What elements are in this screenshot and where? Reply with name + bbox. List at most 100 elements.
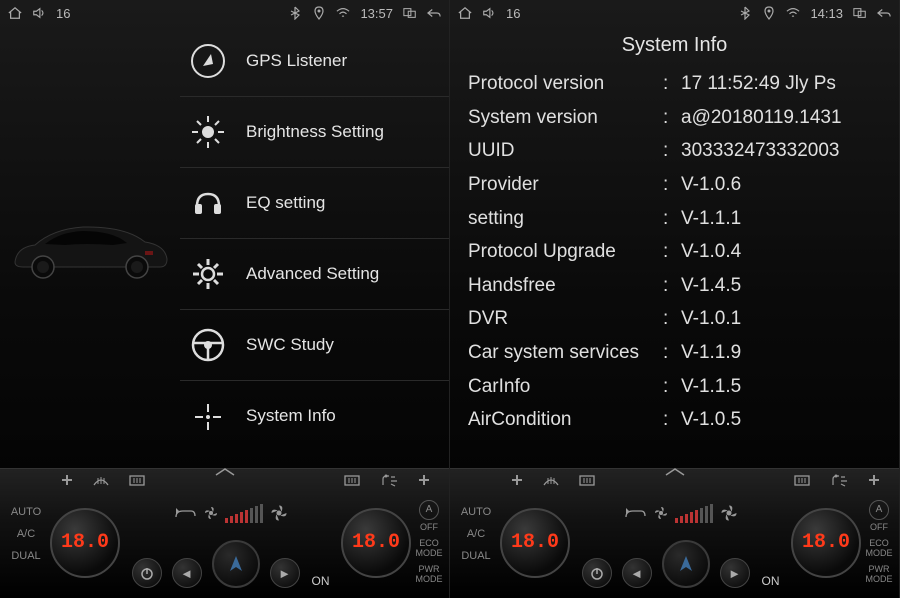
info-row: setting:V-1.1.1	[468, 202, 881, 236]
volume-level: 16	[56, 6, 70, 21]
temp-value: 18.0	[802, 531, 850, 554]
bluetooth-icon	[738, 6, 752, 20]
page-title: System Info	[450, 26, 899, 63]
volume-level: 16	[506, 6, 520, 21]
bluetooth-icon	[288, 6, 302, 20]
info-row: System version:a@20180119.1431	[468, 101, 881, 135]
defrost-rear-icon[interactable]	[343, 473, 361, 495]
dual-label[interactable]: DUAL	[6, 550, 46, 562]
air-mode-icon[interactable]	[829, 473, 849, 495]
recents-icon[interactable]	[853, 6, 867, 20]
prev-button[interactable]: ◄	[622, 558, 652, 588]
power-button[interactable]	[132, 558, 162, 588]
fan-icon	[653, 505, 669, 521]
back-icon[interactable]	[877, 6, 891, 20]
defrost-rear-icon[interactable]	[793, 473, 811, 495]
menu-system-info[interactable]: System Info	[180, 381, 449, 452]
info-row: UUID:303332473332003	[468, 134, 881, 168]
menu-label: Brightness Setting	[246, 122, 384, 142]
nav-dial[interactable]	[212, 540, 260, 588]
menu-label: Advanced Setting	[246, 264, 379, 284]
off-button[interactable]: A	[869, 500, 889, 520]
recirc-icon[interactable]	[173, 505, 197, 521]
on-label[interactable]: ON	[762, 574, 780, 588]
settings-menu: GPS Listener Brightness Setting EQ setti…	[180, 26, 449, 468]
info-row: Handsfree:V-1.4.5	[468, 269, 881, 303]
info-row: Protocol Upgrade:V-1.0.4	[468, 235, 881, 269]
car-image	[0, 26, 180, 468]
defrost-front-icon[interactable]	[542, 473, 560, 495]
temp-dial-right[interactable]: 18.0	[791, 508, 861, 578]
volume-icon[interactable]	[482, 6, 496, 20]
plus-icon[interactable]	[417, 473, 431, 495]
plus-icon[interactable]	[510, 473, 524, 495]
defrost-front-icon[interactable]	[92, 473, 110, 495]
status-bar: 16 13:57	[0, 0, 449, 26]
menu-eq[interactable]: EQ setting	[180, 168, 449, 239]
system-info-panel: 16 14:13 System Info Protocol version:17…	[450, 0, 900, 598]
off-button[interactable]: A	[419, 500, 439, 520]
fan-icon	[203, 505, 219, 521]
recents-icon[interactable]	[403, 6, 417, 20]
menu-gps-listener[interactable]: GPS Listener	[180, 26, 449, 97]
auto-label[interactable]: AUTO	[6, 506, 46, 518]
brightness-icon	[186, 110, 230, 154]
temp-dial-left[interactable]: 18.0	[500, 508, 570, 578]
menu-advanced[interactable]: Advanced Setting	[180, 239, 449, 310]
compass-icon	[186, 39, 230, 83]
temp-value: 18.0	[511, 531, 559, 554]
clock: 14:13	[810, 6, 843, 21]
info-row: CarInfo:V-1.1.5	[468, 370, 881, 404]
temp-dial-right[interactable]: 18.0	[341, 508, 411, 578]
next-button[interactable]: ►	[270, 558, 300, 588]
status-bar: 16 14:13	[450, 0, 899, 26]
info-row: DVR:V-1.0.1	[468, 302, 881, 336]
fan-icon	[719, 503, 739, 523]
info-row: AirCondition:V-1.0.5	[468, 403, 881, 437]
menu-swc-study[interactable]: SWC Study	[180, 310, 449, 381]
ac-label[interactable]: A/C	[6, 528, 46, 540]
air-mode-icon[interactable]	[379, 473, 399, 495]
eq-icon	[186, 181, 230, 225]
ac-label[interactable]: A/C	[456, 528, 496, 540]
dual-label[interactable]: DUAL	[456, 550, 496, 562]
location-icon	[762, 6, 776, 20]
info-row: Car system services:V-1.1.9	[468, 336, 881, 370]
fan-level-bars	[225, 504, 263, 523]
plus-icon[interactable]	[867, 473, 881, 495]
next-button[interactable]: ►	[720, 558, 750, 588]
gear-icon	[186, 252, 230, 296]
wifi-icon	[336, 6, 350, 20]
recirc-icon[interactable]	[623, 505, 647, 521]
wifi-icon	[786, 6, 800, 20]
temp-dial-left[interactable]: 18.0	[50, 508, 120, 578]
nav-dial[interactable]	[662, 540, 710, 588]
temp-value: 18.0	[61, 531, 109, 554]
on-label[interactable]: ON	[312, 574, 330, 588]
power-button[interactable]	[582, 558, 612, 588]
menu-label: SWC Study	[246, 335, 334, 355]
climate-bar: AUTO A/C DUAL 18.0 ◄ ► ON	[450, 468, 899, 598]
steering-icon	[186, 323, 230, 367]
plus-icon[interactable]	[60, 473, 74, 495]
menu-label: GPS Listener	[246, 51, 347, 71]
back-icon[interactable]	[427, 6, 441, 20]
menu-label: System Info	[246, 406, 336, 426]
menu-brightness[interactable]: Brightness Setting	[180, 97, 449, 168]
target-icon	[186, 395, 230, 439]
prev-button[interactable]: ◄	[172, 558, 202, 588]
settings-panel: 16 13:57	[0, 0, 450, 598]
clock: 13:57	[360, 6, 393, 21]
home-icon[interactable]	[458, 6, 472, 20]
system-info-list[interactable]: Protocol version:17 11:52:49 Jly Ps Syst…	[450, 63, 899, 468]
volume-icon[interactable]	[32, 6, 46, 20]
menu-label: EQ setting	[246, 193, 325, 213]
info-row: Protocol version:17 11:52:49 Jly Ps	[468, 67, 881, 101]
fan-level-bars	[675, 504, 713, 523]
home-icon[interactable]	[8, 6, 22, 20]
climate-bar: AUTO A/C DUAL 18.0 ◄ ► ON	[0, 468, 449, 598]
fan-icon	[269, 503, 289, 523]
location-icon	[312, 6, 326, 20]
auto-label[interactable]: AUTO	[456, 506, 496, 518]
info-row: Provider:V-1.0.6	[468, 168, 881, 202]
